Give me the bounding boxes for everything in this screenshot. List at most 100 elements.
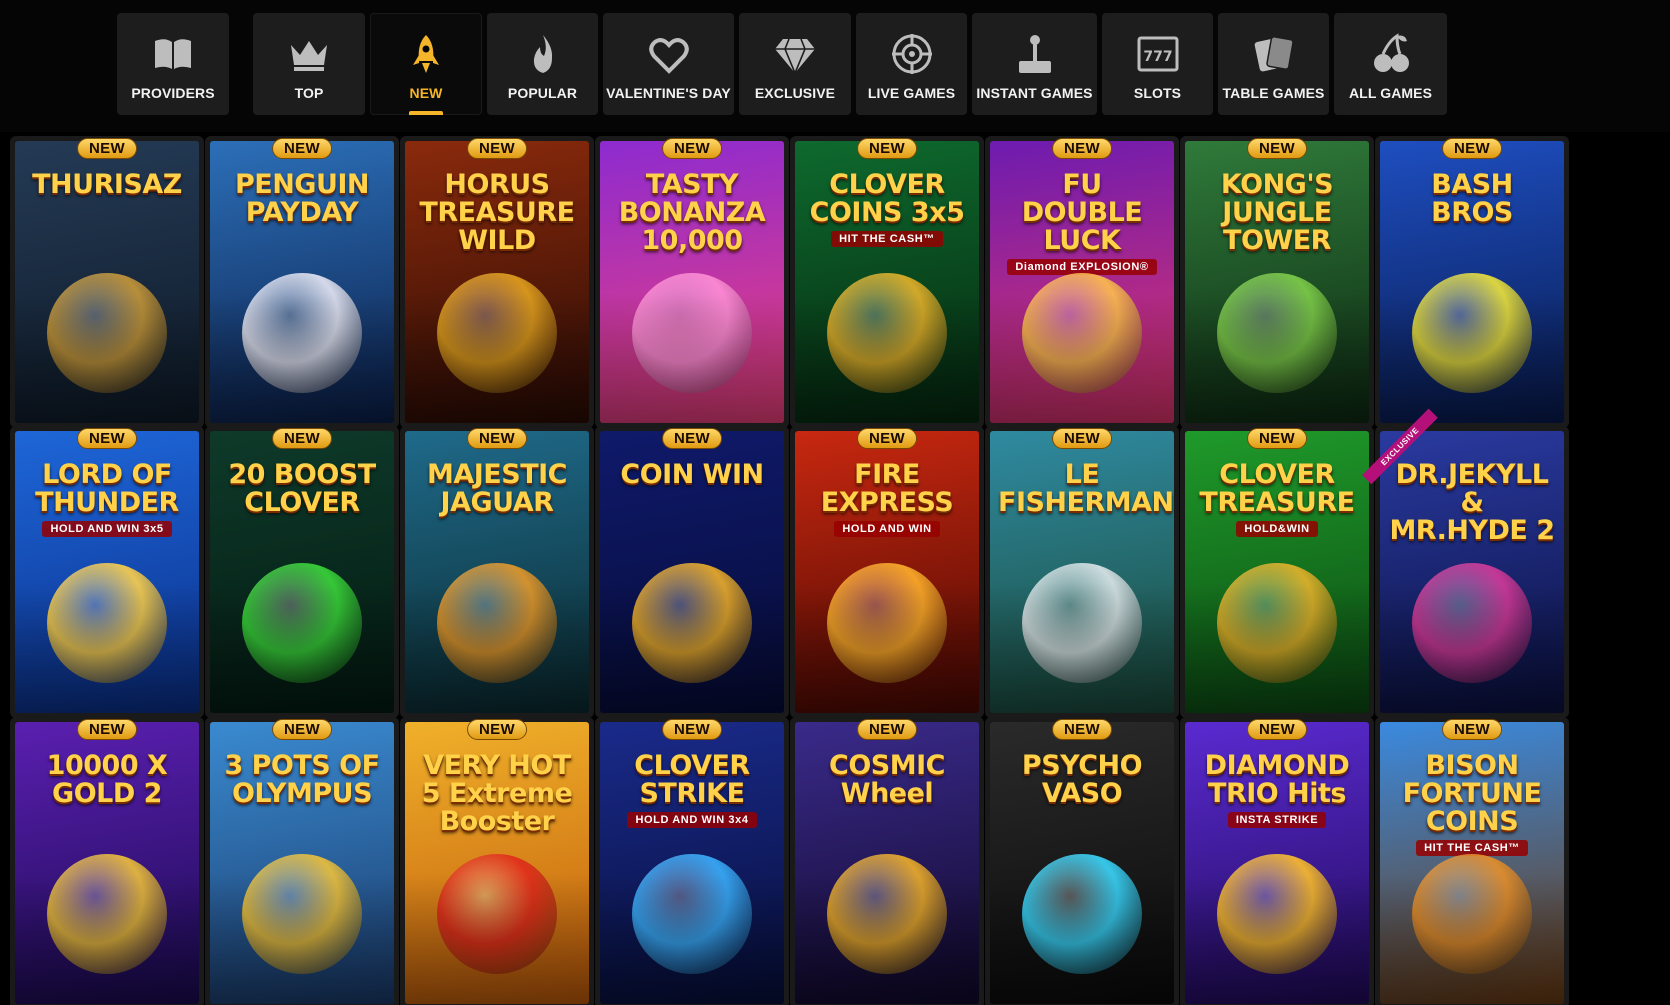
game-subtitle: HOLD AND WIN [834,521,940,537]
game-title: LE FISHERMAN [998,459,1174,518]
game-tile-fu-double-luck[interactable]: FU DOUBLE LUCK Diamond EXPLOSION® NEW [985,136,1179,428]
new-badge: NEW [77,428,137,449]
game-tile-clover-treasure[interactable]: CLOVER TREASURE HOLD&WIN NEW [1180,426,1374,718]
tab-exclusive[interactable]: EXCLUSIVE [739,13,851,115]
new-badge: NEW [662,428,722,449]
game-artwork: DIAMOND TRIO Hits INSTA STRIKE [1185,722,1369,1004]
game-title: TASTY BONANZA 10,000 [618,169,766,256]
cards-icon [1250,31,1298,77]
tab-all-games[interactable]: ALL GAMES [1334,13,1447,115]
art-shade [600,583,784,713]
art-shade [15,874,199,1004]
game-title: KONG'S JUNGLE TOWER [1220,169,1334,256]
tab-label: INSTANT GAMES [976,85,1093,101]
new-badge: NEW [1442,719,1502,740]
new-badge: NEW [1247,719,1307,740]
game-artwork: BASH BROS [1380,141,1564,423]
tab-slots[interactable]: 777 SLOTS [1102,13,1213,115]
game-tile-very-hot-5-extreme-booster[interactable]: VERY HOT 5 Extreme Booster NEW [400,717,594,1005]
game-subtitle: HOLD AND WIN 3x5 [42,521,172,537]
game-tile-cosmic-wheel[interactable]: COSMIC Wheel NEW [790,717,984,1005]
game-title: FIRE EXPRESS [820,459,954,518]
new-badge: NEW [857,428,917,449]
art-shade [15,293,199,423]
game-tile-majestic-jaguar[interactable]: MAJESTIC JAGUAR NEW [400,426,594,718]
cherries-icon [1367,31,1415,77]
tab-valentine-s-day[interactable]: VALENTINE'S DAY [603,13,734,115]
tab-label: LIVE GAMES [867,85,956,101]
tab-label: VALENTINE'S DAY [606,85,731,101]
game-artwork: FU DOUBLE LUCK Diamond EXPLOSION® [990,141,1174,423]
game-tile-horus-treasure-wild[interactable]: HORUS TREASURE WILD NEW [400,136,594,428]
joystick-icon [1011,31,1059,77]
tab-label: TOP [294,85,324,101]
crown-icon [285,31,333,77]
game-tile-le-fisherman[interactable]: LE FISHERMAN NEW [985,426,1179,718]
game-title: PENGUIN PAYDAY [234,169,370,228]
game-tile-tasty-bonanza-10-000[interactable]: TASTY BONANZA 10,000 NEW [595,136,789,428]
new-badge: NEW [1247,138,1307,159]
game-tile-fire-express[interactable]: FIRE EXPRESS HOLD AND WIN NEW [790,426,984,718]
art-shade [600,874,784,1004]
game-title: BISON FORTUNE COINS [1402,750,1542,837]
roulette-icon [888,31,936,77]
game-artwork: MAJESTIC JAGUAR [405,431,589,713]
game-subtitle: HOLD&WIN [1236,521,1318,537]
game-tile-lord-of-thunder[interactable]: LORD OF THUNDER HOLD AND WIN 3x5 NEW [10,426,204,718]
art-shade [210,293,394,423]
art-shade [990,874,1174,1004]
svg-text:777: 777 [1143,49,1172,65]
new-badge: NEW [77,719,137,740]
game-artwork: COIN WIN [600,431,784,713]
heart-icon [645,31,693,77]
art-shade [795,583,979,713]
tab-label: ALL GAMES [1348,85,1433,101]
new-badge: NEW [1442,138,1502,159]
game-artwork: COSMIC Wheel [795,722,979,1004]
tab-instant-games[interactable]: INSTANT GAMES [972,13,1097,115]
new-badge: NEW [272,428,332,449]
game-artwork: BISON FORTUNE COINS HIT THE CASH™ [1380,722,1564,1004]
art-shade [405,583,589,713]
game-subtitle: HOLD AND WIN 3x4 [627,812,757,828]
game-title: LORD OF THUNDER [35,459,179,518]
tab-new[interactable]: NEW [370,13,482,115]
art-shade [1185,874,1369,1004]
tab-popular[interactable]: POPULAR [487,13,598,115]
game-tile-10000-x-gold-2[interactable]: 10000 X GOLD 2 NEW [10,717,204,1005]
game-artwork: CLOVER TREASURE HOLD&WIN [1185,431,1369,713]
tab-providers[interactable]: PROVIDERS [117,13,229,115]
game-title: CLOVER TREASURE [1199,459,1355,518]
tab-label: TABLE GAMES [1222,85,1325,101]
game-tile-psycho-vaso[interactable]: PSYCHO VASO NEW [985,717,1179,1005]
rocket-icon [402,31,450,77]
game-artwork: DR.JEKYLL & MR.HYDE 2 [1380,431,1564,713]
game-tile-clover-strike[interactable]: CLOVER STRIKE HOLD AND WIN 3x4 NEW [595,717,789,1005]
game-tile-penguin-payday[interactable]: PENGUIN PAYDAY NEW [205,136,399,428]
game-title: HORUS TREASURE WILD [419,169,575,256]
game-title: CLOVER STRIKE [634,750,750,809]
game-tile-coin-win[interactable]: COIN WIN NEW [595,426,789,718]
game-artwork: KONG'S JUNGLE TOWER [1185,141,1369,423]
game-tile-thurisaz[interactable]: THURISAZ NEW [10,136,204,428]
art-shade [1380,293,1564,423]
game-tile-bash-bros[interactable]: BASH BROS NEW [1375,136,1569,428]
game-tile-dr-jekyll-mr-hyde-2[interactable]: DR.JEKYLL & MR.HYDE 2 EXCLUSIVE [1362,408,1569,718]
game-tile-3-pots-of-olympus[interactable]: 3 POTS OF OLYMPUS NEW [205,717,399,1005]
game-tile-20-boost-clover[interactable]: 20 BOOST CLOVER NEW [205,426,399,718]
game-tile-bison-fortune-coins[interactable]: BISON FORTUNE COINS HIT THE CASH™ NEW [1375,717,1569,1005]
game-tile-kong-s-jungle-tower[interactable]: KONG'S JUNGLE TOWER NEW [1180,136,1374,428]
art-shade [15,583,199,713]
new-badge: NEW [857,719,917,740]
game-tile-diamond-trio-hits[interactable]: DIAMOND TRIO Hits INSTA STRIKE NEW [1180,717,1374,1005]
game-title: MAJESTIC JAGUAR [427,459,567,518]
game-artwork: LORD OF THUNDER HOLD AND WIN 3x5 [15,431,199,713]
art-shade [1380,583,1564,713]
tab-table-games[interactable]: TABLE GAMES [1218,13,1329,115]
tab-live-games[interactable]: LIVE GAMES [856,13,967,115]
game-tile-clover-coins-3x5[interactable]: CLOVER COINS 3x5 HIT THE CASH™ NEW [790,136,984,428]
game-artwork: HORUS TREASURE WILD [405,141,589,423]
new-badge: NEW [1052,719,1112,740]
game-title: 10000 X GOLD 2 [46,750,168,809]
tab-top[interactable]: TOP [253,13,365,115]
